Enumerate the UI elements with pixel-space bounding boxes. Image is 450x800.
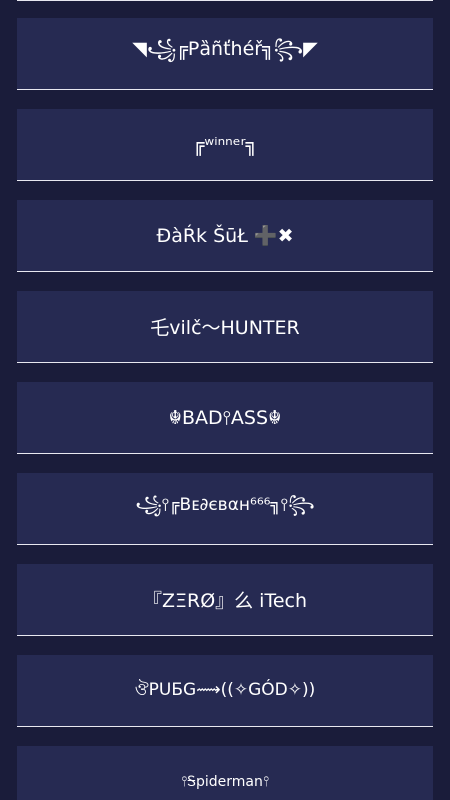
- nickname-card[interactable]: ⫯Ꭶpiderman⫯: [17, 746, 433, 800]
- nickname-card[interactable]: 乇vilč〜HUNTER: [17, 291, 433, 363]
- nickname-card[interactable]: 『ZΞRØ』么 iTech: [17, 564, 433, 636]
- nickname-text: 乇vilč〜HUNTER: [150, 317, 300, 339]
- nickname-text: ĐàŔk ŠūŁ ➕✖: [156, 225, 294, 247]
- nickname-card[interactable]: ☬BAD⫯ASS☬: [17, 382, 433, 454]
- nickname-text: ⫯Ꭶpiderman⫯: [181, 773, 269, 790]
- nickname-text: ꧁⫯╔Bᴇ∂євαн⁶⁶⁶╗⫯꧂: [135, 495, 315, 515]
- nickname-text: ╔ʷⁱⁿⁿᵉʳ╗: [192, 133, 258, 156]
- nickname-text: ☬BAD⫯ASS☬: [168, 406, 282, 429]
- nickname-card[interactable]: ꧁⫯╔Bᴇ∂євαн⁶⁶⁶╗⫯꧂: [17, 473, 433, 545]
- nickname-card[interactable]: ╔ʷⁱⁿⁿᵉʳ╗: [17, 109, 433, 181]
- divider: [17, 0, 433, 1]
- nickname-card[interactable]: ঔPUБG⟿((✧GÓD✧)): [17, 655, 433, 727]
- nickname-text: ঔPUБG⟿((✧GÓD✧)): [134, 679, 316, 700]
- nickname-card[interactable]: ◥꧁╔Pȁñťhéř╗꧂◤: [17, 18, 433, 90]
- nickname-card[interactable]: ĐàŔk ŠūŁ ➕✖: [17, 200, 433, 272]
- nickname-list: ◥꧁╔Pȁñťhéř╗꧂◤ ╔ʷⁱⁿⁿᵉʳ╗ ĐàŔk ŠūŁ ➕✖ 乇vilč…: [0, 0, 450, 800]
- nickname-text: 『ZΞRØ』么 iTech: [142, 590, 308, 612]
- nickname-text: ◥꧁╔Pȁñťhéř╗꧂◤: [132, 37, 318, 60]
